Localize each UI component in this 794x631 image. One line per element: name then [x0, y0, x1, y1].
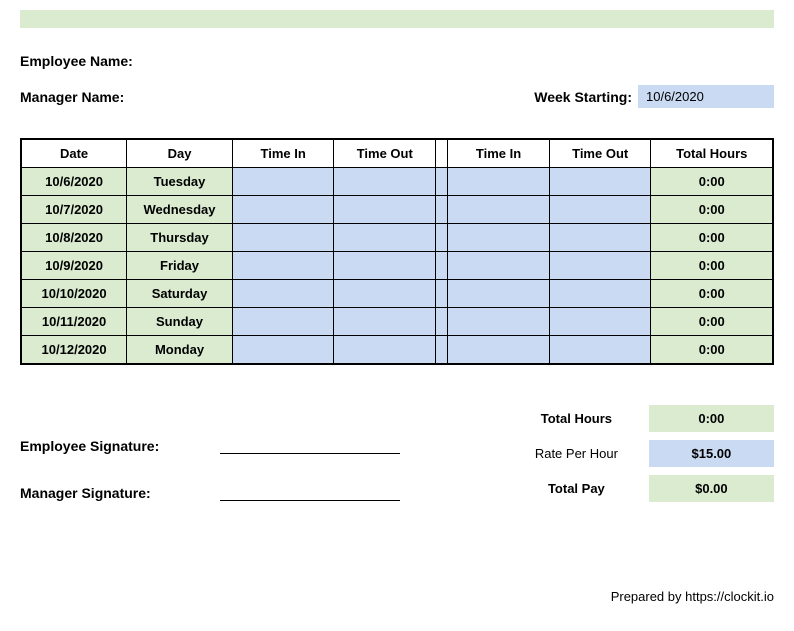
- cell-gap: [436, 224, 448, 252]
- cell-gap: [436, 336, 448, 365]
- cell-time-out-1[interactable]: [334, 196, 436, 224]
- col-time-in-1: Time In: [232, 139, 334, 168]
- cell-time-out-2[interactable]: [549, 168, 651, 196]
- total-hours-value: 0:00: [649, 405, 774, 432]
- manager-signature-label: Manager Signature:: [20, 485, 220, 501]
- cell-day: Wednesday: [127, 196, 233, 224]
- footer-credit: Prepared by https://clockit.io: [20, 589, 774, 604]
- cell-day: Saturday: [127, 280, 233, 308]
- cell-total-hours: 0:00: [651, 196, 773, 224]
- cell-day: Thursday: [127, 224, 233, 252]
- week-starting-label: Week Starting:: [534, 89, 632, 105]
- col-gap: [436, 139, 448, 168]
- table-row: 10/11/2020Sunday 0:00: [21, 308, 773, 336]
- cell-time-in-1[interactable]: [232, 280, 334, 308]
- cell-time-in-1[interactable]: [232, 308, 334, 336]
- col-time-out-1: Time Out: [334, 139, 436, 168]
- cell-time-out-1[interactable]: [334, 252, 436, 280]
- timesheet-table: Date Day Time In Time Out Time In Time O…: [20, 138, 774, 365]
- cell-time-in-1[interactable]: [232, 252, 334, 280]
- employee-signature-label: Employee Signature:: [20, 438, 220, 454]
- summary-block: Total Hours 0:00 Rate Per Hour $15.00 To…: [504, 405, 774, 529]
- cell-total-hours: 0:00: [651, 224, 773, 252]
- week-starting-value[interactable]: 10/6/2020: [638, 85, 774, 108]
- cell-gap: [436, 196, 448, 224]
- cell-total-hours: 0:00: [651, 336, 773, 365]
- cell-time-in-2[interactable]: [448, 168, 550, 196]
- cell-time-out-2[interactable]: [549, 224, 651, 252]
- table-row: 10/10/2020Saturday 0:00: [21, 280, 773, 308]
- cell-time-out-2[interactable]: [549, 280, 651, 308]
- cell-date: 10/10/2020: [21, 280, 127, 308]
- table-row: 10/6/2020Tuesday 0:00: [21, 168, 773, 196]
- cell-time-in-2[interactable]: [448, 252, 550, 280]
- cell-time-out-1[interactable]: [334, 280, 436, 308]
- cell-total-hours: 0:00: [651, 168, 773, 196]
- cell-time-in-1[interactable]: [232, 336, 334, 365]
- col-time-in-2: Time In: [448, 139, 550, 168]
- total-pay-value: $0.00: [649, 475, 774, 502]
- cell-total-hours: 0:00: [651, 308, 773, 336]
- cell-date: 10/6/2020: [21, 168, 127, 196]
- table-row: 10/8/2020Thursday 0:00: [21, 224, 773, 252]
- cell-time-in-1[interactable]: [232, 168, 334, 196]
- rate-per-hour-value[interactable]: $15.00: [649, 440, 774, 467]
- cell-time-in-2[interactable]: [448, 280, 550, 308]
- cell-time-out-1[interactable]: [334, 168, 436, 196]
- cell-time-out-2[interactable]: [549, 308, 651, 336]
- cell-time-out-2[interactable]: [549, 336, 651, 365]
- employee-signature-line[interactable]: [220, 435, 400, 454]
- cell-total-hours: 0:00: [651, 280, 773, 308]
- cell-day: Monday: [127, 336, 233, 365]
- manager-signature-line[interactable]: [220, 482, 400, 501]
- cell-day: Tuesday: [127, 168, 233, 196]
- table-row: 10/12/2020Monday 0:00: [21, 336, 773, 365]
- cell-date: 10/8/2020: [21, 224, 127, 252]
- col-total-hours: Total Hours: [651, 139, 773, 168]
- employee-name-label: Employee Name:: [20, 53, 133, 69]
- cell-date: 10/11/2020: [21, 308, 127, 336]
- cell-gap: [436, 168, 448, 196]
- cell-time-in-2[interactable]: [448, 308, 550, 336]
- cell-time-in-1[interactable]: [232, 224, 334, 252]
- manager-name-label: Manager Name:: [20, 89, 124, 105]
- cell-gap: [436, 252, 448, 280]
- col-day: Day: [127, 139, 233, 168]
- cell-day: Sunday: [127, 308, 233, 336]
- cell-time-in-2[interactable]: [448, 196, 550, 224]
- cell-day: Friday: [127, 252, 233, 280]
- cell-date: 10/12/2020: [21, 336, 127, 365]
- table-row: 10/9/2020Friday 0:00: [21, 252, 773, 280]
- total-hours-label: Total Hours: [504, 405, 649, 432]
- col-date: Date: [21, 139, 127, 168]
- table-header-row: Date Day Time In Time Out Time In Time O…: [21, 139, 773, 168]
- cell-total-hours: 0:00: [651, 252, 773, 280]
- cell-gap: [436, 280, 448, 308]
- cell-time-out-1[interactable]: [334, 336, 436, 365]
- cell-time-out-2[interactable]: [549, 252, 651, 280]
- cell-time-in-1[interactable]: [232, 196, 334, 224]
- cell-time-in-2[interactable]: [448, 224, 550, 252]
- cell-time-out-2[interactable]: [549, 196, 651, 224]
- header-bar: [20, 10, 774, 28]
- cell-time-in-2[interactable]: [448, 336, 550, 365]
- col-time-out-2: Time Out: [549, 139, 651, 168]
- cell-time-out-1[interactable]: [334, 224, 436, 252]
- table-row: 10/7/2020Wednesday 0:00: [21, 196, 773, 224]
- total-pay-label: Total Pay: [504, 475, 649, 502]
- cell-date: 10/7/2020: [21, 196, 127, 224]
- cell-time-out-1[interactable]: [334, 308, 436, 336]
- cell-gap: [436, 308, 448, 336]
- rate-per-hour-label: Rate Per Hour: [504, 440, 649, 467]
- cell-date: 10/9/2020: [21, 252, 127, 280]
